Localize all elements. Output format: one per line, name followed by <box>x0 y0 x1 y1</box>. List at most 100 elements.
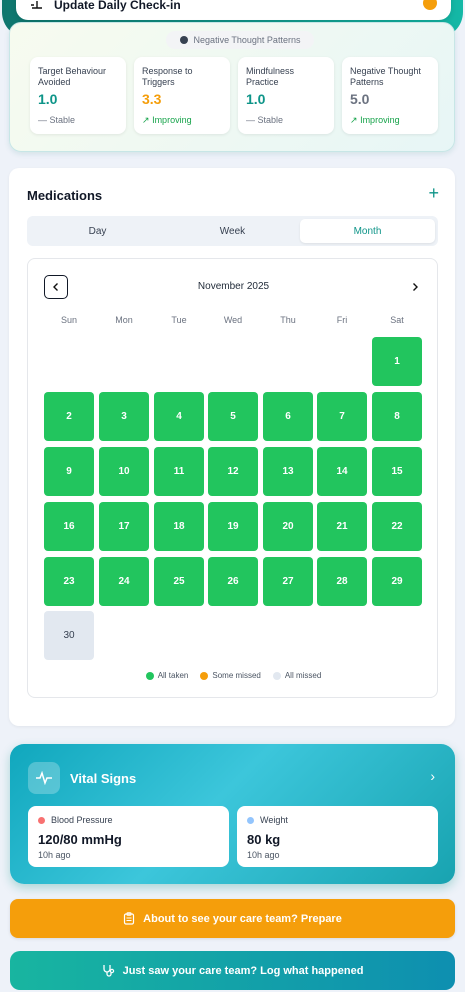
calendar-day[interactable]: 18 <box>154 502 204 551</box>
calendar-day[interactable]: 26 <box>208 557 258 606</box>
avatar[interactable] <box>423 0 437 10</box>
metric-label: Response to Triggers <box>142 66 193 87</box>
calendar-day[interactable]: 17 <box>99 502 149 551</box>
calendar-day[interactable]: 15 <box>372 447 422 496</box>
add-medication-icon[interactable]: + <box>428 183 439 204</box>
metric-trend-label: Improving <box>152 115 192 125</box>
prepare-visit-button[interactable]: About to see your care team? Prepare <box>10 899 455 938</box>
calendar-day[interactable]: 1 <box>372 337 422 386</box>
weekday-label: Sun <box>60 315 77 325</box>
weekday-label: Wed <box>223 315 243 325</box>
calendar-day[interactable]: 6 <box>263 392 313 441</box>
calendar-day[interactable]: 2 <box>44 392 94 441</box>
calendar-day[interactable]: 4 <box>154 392 204 441</box>
vital-label: Blood Pressure <box>51 815 113 825</box>
vital-label-row: Blood Pressure <box>38 815 219 825</box>
metric-trend-label: Stable <box>257 115 284 125</box>
weekday-label: Fri <box>336 315 348 325</box>
metric-trend: — Stable <box>38 115 118 125</box>
legend-label: Some missed <box>212 671 261 680</box>
legend-item: All missed <box>272 671 322 680</box>
metric-negative-thought[interactable]: Negative Thought Patterns 5.0 ↗ Improvin… <box>342 57 438 134</box>
metric-label: Negative Thought Patterns <box>350 66 421 87</box>
vital-weight[interactable]: Weight 80 kg 10h ago <box>237 806 438 867</box>
calendar-day[interactable]: 9 <box>44 447 94 496</box>
metric-value: 5.0 <box>350 91 370 107</box>
tab-day[interactable]: Day <box>30 219 165 243</box>
calendar-day[interactable]: 24 <box>99 557 149 606</box>
calendar-day[interactable]: 25 <box>154 557 204 606</box>
metric-trend: ↗ Improving <box>142 115 222 126</box>
calendar-day[interactable]: 16 <box>44 502 94 551</box>
heartbeat-icon <box>28 762 60 794</box>
stethoscope-icon <box>102 964 115 977</box>
metric-trend: — Stable <box>246 115 326 125</box>
calendar-day[interactable]: 27 <box>263 557 313 606</box>
calendar-day[interactable]: 20 <box>263 502 313 551</box>
checkin-title: Update Daily Check-in <box>54 0 181 12</box>
calendar-day[interactable]: 10 <box>99 447 149 496</box>
calendar-day[interactable]: 11 <box>154 447 204 496</box>
metric-filter-pill[interactable]: Negative Thought Patterns <box>166 31 314 49</box>
calendar-day[interactable]: 23 <box>44 557 94 606</box>
calendar-day[interactable]: 29 <box>372 557 422 606</box>
calendar-day[interactable]: 30 <box>44 611 94 660</box>
trend-up-icon: ↗ <box>350 115 358 125</box>
metric-value: 1.0 <box>246 91 266 107</box>
chevron-right-icon[interactable]: › <box>430 768 435 784</box>
metric-target-behaviour[interactable]: Target Behaviour Avoided 1.0 — Stable <box>30 57 126 134</box>
chevron-right-icon[interactable] <box>403 275 427 299</box>
calendar-day[interactable]: 21 <box>317 502 367 551</box>
log-visit-label: Just saw your care team? Log what happen… <box>122 964 364 977</box>
metric-label: Target Behaviour Avoided <box>38 66 107 87</box>
checkin-icon <box>30 0 44 14</box>
calendar-day[interactable]: 14 <box>317 447 367 496</box>
log-visit-button[interactable]: Just saw your care team? Log what happen… <box>10 951 455 990</box>
legend-item: All taken <box>145 671 189 680</box>
stable-icon: — <box>246 115 255 125</box>
metric-trend: ↗ Improving <box>350 115 430 126</box>
calendar-month-label: November 2025 <box>197 281 270 292</box>
legend-dot-icon <box>200 671 209 680</box>
calendar-day[interactable]: 19 <box>208 502 258 551</box>
metric-label: Mindfulness Practice <box>246 66 295 87</box>
tab-week[interactable]: Week <box>165 219 300 243</box>
metric-value: 1.0 <box>38 91 58 107</box>
pill-label: Negative Thought Patterns <box>193 35 301 45</box>
calendar-day[interactable]: 7 <box>317 392 367 441</box>
legend-dot-icon <box>272 671 281 680</box>
calendar-day[interactable]: 8 <box>372 392 422 441</box>
calendar-day[interactable]: 3 <box>99 392 149 441</box>
status-dot-icon <box>247 816 254 824</box>
stable-icon: — <box>38 115 47 125</box>
calendar-day[interactable]: 5 <box>208 392 258 441</box>
metrics-card: Negative Thought Patterns Target Behavio… <box>9 22 455 152</box>
trend-up-icon: ↗ <box>142 115 150 125</box>
vital-timestamp: 10h ago <box>247 850 280 860</box>
calendar-day[interactable]: 12 <box>208 447 258 496</box>
medications-card: Medications + Day Week Month November 20… <box>9 168 455 726</box>
medication-calendar: November 2025 Sun Mon Tue Wed Thu Fri Sa… <box>27 258 438 698</box>
daily-checkin-button[interactable]: Update Daily Check-in <box>16 0 451 20</box>
calendar-day[interactable]: 13 <box>263 447 313 496</box>
calendar-legend: All taken Some missed All missed <box>28 671 439 680</box>
vital-value: 120/80 mmHg <box>38 832 122 847</box>
legend-item: Some missed <box>200 671 261 680</box>
medications-title: Medications <box>27 188 103 203</box>
legend-label: All missed <box>284 671 322 680</box>
metric-trend-label: Stable <box>49 115 76 125</box>
vital-label: Weight <box>260 815 288 825</box>
legend-dot-icon <box>145 671 154 680</box>
tab-month[interactable]: Month <box>300 219 435 243</box>
calendar-day[interactable]: 22 <box>372 502 422 551</box>
metric-trend-label: Improving <box>360 115 400 125</box>
vital-blood-pressure[interactable]: Blood Pressure 120/80 mmHg 10h ago <box>28 806 229 867</box>
calendar-day[interactable]: 28 <box>317 557 367 606</box>
legend-label: All taken <box>157 671 189 680</box>
vital-signs-card[interactable]: Vital Signs › Blood Pressure 120/80 mmHg… <box>10 744 455 884</box>
weekday-label: Mon <box>115 315 133 325</box>
metric-mindfulness[interactable]: Mindfulness Practice 1.0 — Stable <box>238 57 334 134</box>
status-dot-icon <box>38 816 45 824</box>
pill-dot-icon <box>179 36 188 44</box>
metric-response-triggers[interactable]: Response to Triggers 3.3 ↗ Improving <box>134 57 230 134</box>
